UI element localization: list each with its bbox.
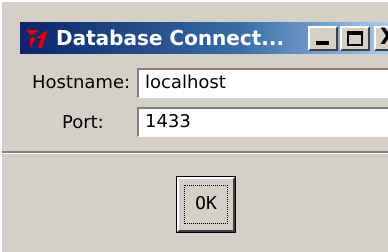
maximize-button[interactable] [340, 26, 370, 51]
tk-feather-icon [24, 26, 50, 50]
hostname-label: Hostname: [32, 72, 131, 93]
maximize-icon [347, 31, 363, 46]
close-icon: X [380, 26, 388, 50]
close-button[interactable]: X [374, 26, 388, 51]
hostname-field[interactable]: localhost [137, 68, 388, 98]
separator [2, 151, 388, 154]
title-bar[interactable]: Database Connect... X [20, 22, 388, 54]
ok-button-label: OK [195, 193, 217, 214]
minimize-button[interactable] [308, 26, 338, 51]
window-title: Database Connect... [56, 26, 285, 50]
minimize-icon [316, 41, 329, 45]
port-label: Port: [62, 112, 104, 133]
database-connect-dialog: Database Connect... X Hostname: localhos… [0, 0, 388, 252]
ok-button[interactable]: OK [176, 176, 236, 233]
port-field[interactable]: 1433 [137, 107, 388, 137]
